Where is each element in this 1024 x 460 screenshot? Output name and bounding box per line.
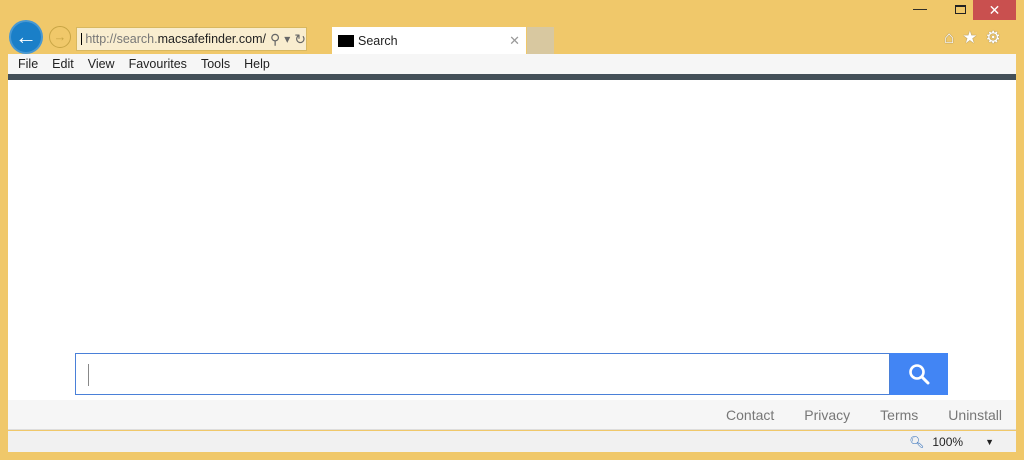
- tab-title: Search: [358, 33, 398, 48]
- dropdown-icon[interactable]: ▾: [284, 32, 290, 46]
- footer-link-contact[interactable]: Contact: [726, 407, 774, 423]
- menu-file[interactable]: File: [18, 57, 38, 71]
- forward-button[interactable]: →: [49, 26, 71, 48]
- menu-edit[interactable]: Edit: [52, 57, 74, 71]
- menu-tools[interactable]: Tools: [201, 57, 230, 71]
- search-icon[interactable]: ⚲: [270, 31, 280, 48]
- status-bar: 🔍︎ 100% ▼: [8, 431, 1016, 452]
- close-button[interactable]: ✕: [973, 0, 1016, 20]
- search-icon: [909, 364, 930, 385]
- footer: Contact Privacy Terms Uninstall: [8, 400, 1016, 430]
- zoom-level[interactable]: 100%: [932, 435, 963, 449]
- minimize-button[interactable]: —: [905, 1, 935, 17]
- url-prefix: http://search.: [85, 32, 158, 46]
- menu-bar: File Edit View Favourites Tools Help: [8, 54, 1016, 74]
- maximize-button[interactable]: [950, 3, 970, 17]
- favorites-star-icon[interactable]: ★: [962, 28, 977, 48]
- new-tab-button[interactable]: [527, 27, 554, 54]
- tab-search[interactable]: Search ✕: [332, 27, 526, 54]
- footer-link-terms[interactable]: Terms: [880, 407, 918, 423]
- tab-close-icon[interactable]: ✕: [509, 33, 520, 49]
- toolbar-icons: ⌂ ★ ⚙: [944, 28, 1001, 48]
- home-icon[interactable]: ⌂: [944, 28, 954, 48]
- address-bar[interactable]: http://search.macsafefinder.com/ ⚲ ▾ ↻: [76, 27, 307, 51]
- zoom-dropdown-icon[interactable]: ▼: [985, 437, 994, 447]
- refresh-icon[interactable]: ↻: [294, 31, 306, 48]
- maximize-icon: [954, 5, 966, 14]
- menu-view[interactable]: View: [88, 57, 115, 71]
- tab-favicon: [338, 34, 354, 47]
- settings-gear-icon[interactable]: ⚙: [986, 28, 1001, 48]
- text-caret: [88, 364, 89, 386]
- search-input[interactable]: [75, 353, 890, 395]
- page-content: [8, 80, 1016, 400]
- footer-link-privacy[interactable]: Privacy: [804, 407, 850, 423]
- menu-favourites[interactable]: Favourites: [129, 57, 187, 71]
- zoom-icon[interactable]: 🔍︎: [909, 435, 924, 449]
- url-text[interactable]: http://search.macsafefinder.com/: [85, 32, 266, 46]
- footer-link-uninstall[interactable]: Uninstall: [948, 407, 1002, 423]
- back-button[interactable]: ←: [9, 20, 43, 54]
- menu-help[interactable]: Help: [244, 57, 270, 71]
- url-domain: macsafefinder.com/: [157, 32, 266, 46]
- search-button[interactable]: [890, 353, 948, 395]
